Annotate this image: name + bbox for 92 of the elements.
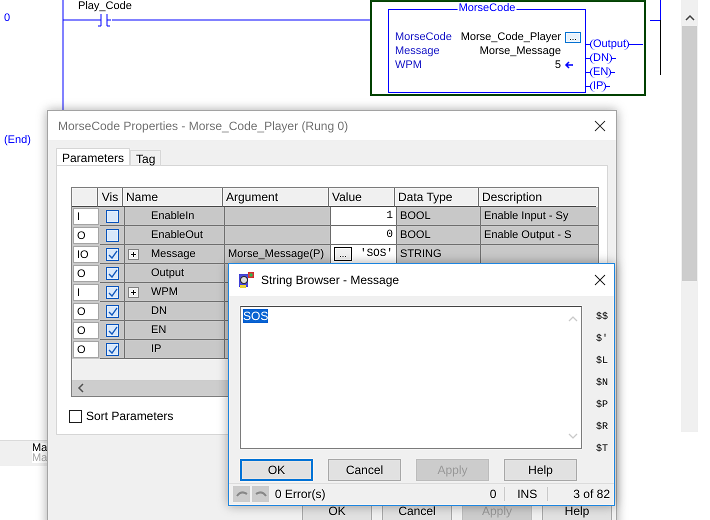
table-cell: EnableIn	[151, 210, 194, 222]
table-cell: STRING	[400, 248, 442, 260]
escape-code-button[interactable]: $N	[594, 372, 610, 394]
output-coil: IP	[590, 80, 606, 92]
checkbox[interactable]	[69, 410, 82, 422]
block-title: MorseCode	[458, 2, 516, 14]
table-cell: Enable Input - Sy	[484, 210, 568, 222]
escape-code-button[interactable]: $L	[594, 350, 610, 372]
escape-code-button[interactable]: $'	[594, 328, 610, 350]
parameter-value: Morse_Message	[478, 45, 561, 57]
contact-icon[interactable]	[96, 12, 112, 28]
contact-tag: Play_Code	[78, 0, 132, 12]
checkbox[interactable]	[106, 286, 118, 298]
table-cell: EnableOut	[151, 229, 203, 241]
checkbox[interactable]	[106, 324, 118, 336]
scroll-thumb[interactable]	[682, 26, 697, 281]
table-cell: Enable Output - S	[484, 229, 572, 241]
table-cell: BOOL	[400, 210, 431, 222]
browse-button[interactable]: ...	[334, 247, 352, 261]
checkbox[interactable]	[106, 342, 118, 356]
parameter-value: Morse_Code_Player	[460, 31, 561, 43]
checkbox[interactable]	[106, 304, 118, 318]
rung-line	[63, 19, 97, 21]
dialog-button[interactable]: Cancel	[328, 459, 401, 481]
column-header[interactable]: Argument	[223, 188, 329, 207]
parameter-row[interactable]: O EnableOut 0 BOOL Enable Output - S	[72, 226, 598, 245]
escape-code-button[interactable]: $P	[594, 394, 610, 416]
usage-cell: IO	[73, 246, 99, 263]
parameter-row[interactable]: I EnableIn 1 BOOL Enable Input - Sy	[72, 207, 598, 226]
column-header[interactable]: Name	[123, 188, 223, 207]
usage-cell: O	[73, 341, 99, 358]
dialog-button[interactable]: Help	[504, 459, 577, 481]
table-cell: BOOL	[400, 229, 431, 241]
table-cell: Morse_Message(P)	[228, 248, 324, 260]
dialog-button[interactable]: OK	[240, 459, 313, 481]
output-coil: DN	[590, 52, 612, 64]
column-header[interactable]: Data Type	[395, 188, 479, 207]
status-text: 3 of 82	[572, 486, 610, 500]
expand-icon[interactable]	[128, 286, 139, 298]
vertical-scrollbar[interactable]	[681, 0, 698, 432]
redo-icon[interactable]	[252, 486, 269, 502]
status-text: 0 Error(s)	[274, 486, 326, 500]
usage-cell: I	[73, 208, 99, 225]
rung-number: 0	[4, 12, 10, 24]
value-field[interactable]: ... 'SOS'	[331, 245, 397, 264]
value-field[interactable]: 0	[331, 226, 397, 245]
usage-cell: O	[73, 322, 99, 339]
escape-code-button[interactable]: $T	[594, 438, 610, 460]
checkbox[interactable]	[106, 210, 118, 222]
sheet-tab[interactable]: Ma Ma	[32, 443, 48, 463]
undo-icon[interactable]	[233, 486, 250, 502]
dialog-title: MorseCode Properties - Morse_Code_Player (Rung 0)	[58, 118, 348, 132]
output-coil: EN	[590, 66, 612, 78]
checkbox[interactable]	[106, 266, 118, 280]
instruction-frame[interactable]: MorseCode MorseCode Morse_Code_Player ... Message Morse_Message WPM 5 Output DN EN IP	[370, 0, 646, 96]
arrow-icon	[564, 60, 574, 70]
table-cell: Message	[151, 248, 196, 260]
table-cell: Output	[151, 267, 184, 279]
parameter-name: WPM	[395, 59, 423, 71]
status-text: INS	[507, 486, 548, 500]
parameter-name: MorseCode	[395, 31, 453, 43]
checkbox-label[interactable]: Sort Parameters	[86, 409, 174, 423]
usage-cell: O	[73, 303, 99, 320]
escape-code-button[interactable]: $$	[594, 306, 610, 328]
table-cell: EN	[151, 324, 166, 336]
column-header[interactable]: Value	[329, 188, 395, 207]
browse-button[interactable]: ...	[565, 32, 581, 42]
value-field[interactable]: 1	[331, 207, 397, 226]
column-header[interactable]: Vis	[98, 188, 123, 207]
expand-icon[interactable]	[128, 248, 139, 260]
table-cell: IP	[151, 343, 162, 355]
parameter-name: Message	[395, 45, 441, 57]
selected-text: SOS	[243, 309, 268, 323]
checkbox[interactable]	[106, 228, 118, 242]
usage-cell: O	[73, 227, 99, 244]
tab[interactable]: Parameters	[56, 148, 130, 165]
checkbox[interactable]	[106, 248, 118, 260]
usage-cell: I	[73, 284, 99, 301]
status-text: 0	[436, 486, 506, 500]
close-icon[interactable]	[594, 120, 606, 132]
parameter-row[interactable]: IO Message Morse_Message(P) ... 'SOS' STRING	[72, 245, 598, 264]
escape-code-button[interactable]: $R	[594, 416, 610, 438]
tab[interactable]: Tag	[130, 150, 162, 165]
rung-number: (End)	[4, 134, 31, 146]
table-cell: WPM	[151, 286, 178, 298]
app-icon	[237, 271, 255, 289]
table-cell: DN	[151, 305, 167, 317]
usage-cell: O	[73, 265, 99, 282]
output-coil: Output	[590, 38, 630, 50]
parameter-value: 5	[554, 59, 561, 71]
close-icon[interactable]	[594, 274, 606, 286]
dialog-title: String Browser - Message	[261, 273, 400, 287]
